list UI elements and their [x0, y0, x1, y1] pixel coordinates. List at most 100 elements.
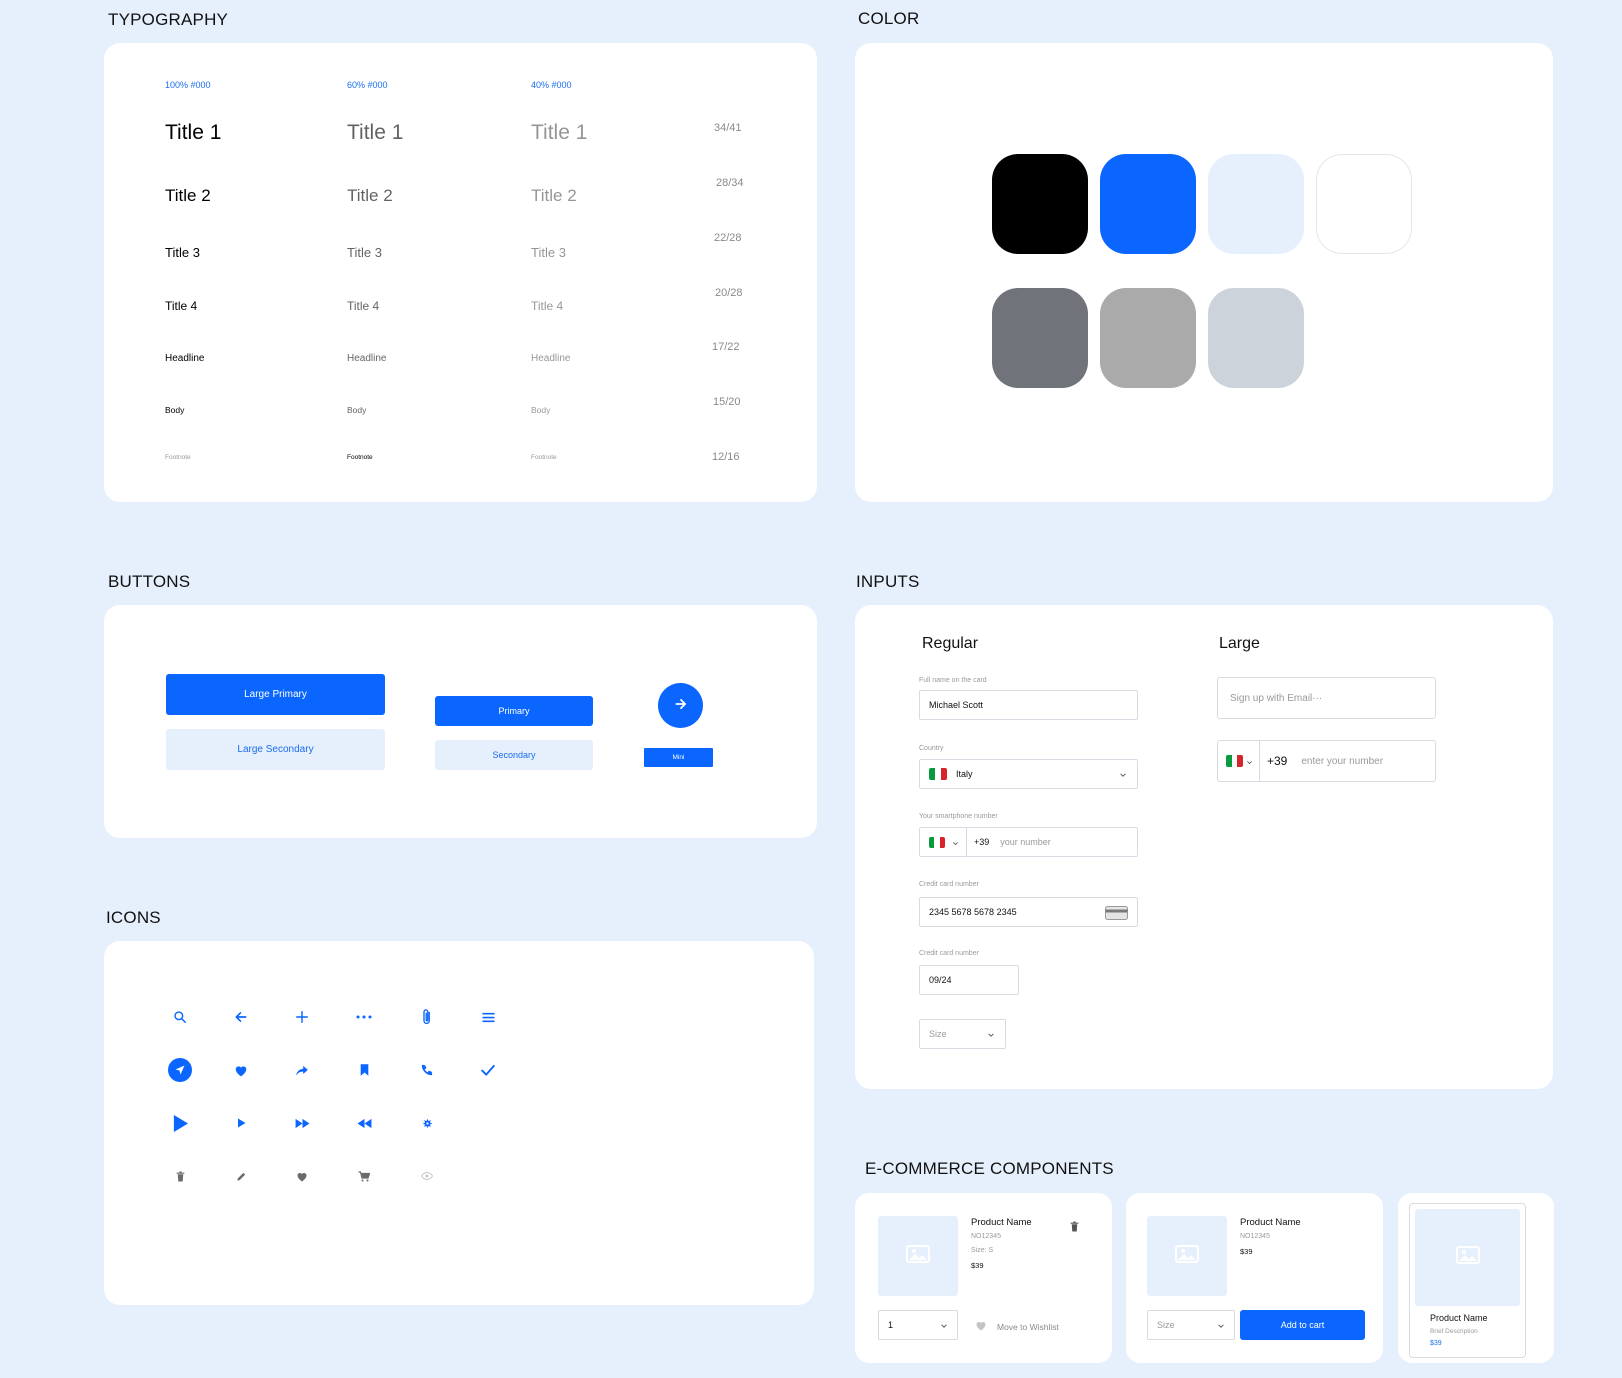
- card-number-field[interactable]: 2345 5678 5678 2345: [919, 897, 1138, 927]
- color-section-title: COLOR: [858, 9, 920, 28]
- product-name: Product Name: [1430, 1313, 1488, 1323]
- typo-body-60: Body: [347, 405, 367, 415]
- italy-flag-icon: [929, 768, 947, 780]
- icons-section-title: ICONS: [106, 908, 161, 927]
- trash-icon[interactable]: [169, 1165, 191, 1187]
- trash-icon[interactable]: [1067, 1219, 1081, 1233]
- eye-icon[interactable]: [416, 1165, 438, 1187]
- product-size: Size: S: [971, 1247, 994, 1254]
- full-name-field[interactable]: Michael Scott: [919, 690, 1138, 720]
- cart-icon[interactable]: [353, 1165, 375, 1187]
- large-phone-country-picker[interactable]: [1218, 741, 1260, 781]
- heart-outline-icon[interactable]: [291, 1165, 313, 1187]
- buttons-card: Large Primary Large Secondary Primary Se…: [104, 605, 817, 838]
- phone-field[interactable]: +39 your number: [919, 827, 1138, 857]
- more-icon[interactable]: [353, 1006, 375, 1028]
- large-email-field[interactable]: Sign up with Email···: [1217, 677, 1436, 719]
- color-card: [855, 43, 1553, 502]
- add-to-cart-button[interactable]: Add to cart: [1240, 1310, 1365, 1340]
- typo-body-meta: 15/20: [713, 396, 741, 408]
- play-icon[interactable]: [230, 1112, 252, 1134]
- check-icon[interactable]: [477, 1059, 499, 1081]
- full-name-value: Michael Scott: [929, 700, 984, 710]
- product-sku: NO12345: [971, 1233, 1001, 1240]
- typo-title1-100: Title 1: [165, 121, 222, 144]
- regular-inputs-title: Regular: [922, 635, 979, 652]
- gear-icon[interactable]: [416, 1112, 438, 1134]
- inputs-section-title: INPUTS: [856, 572, 920, 591]
- card-number-value: 2345 5678 5678 2345: [929, 907, 1017, 917]
- size-select[interactable]: Size: [919, 1019, 1006, 1049]
- send-icon[interactable]: [168, 1058, 192, 1082]
- expiry-value: 09/24: [929, 975, 952, 985]
- typo-header-60: 60% #000: [347, 80, 388, 90]
- phone-country-picker[interactable]: [920, 828, 967, 856]
- chevron-down-icon: [952, 839, 960, 847]
- full-name-label: Full name on the card: [919, 677, 987, 684]
- heart-icon[interactable]: [230, 1059, 252, 1081]
- size-select[interactable]: Size: [1147, 1310, 1235, 1340]
- move-to-wishlist-label: Move to Wishlist: [997, 1322, 1059, 1332]
- fast-forward-icon[interactable]: [291, 1112, 313, 1134]
- typo-footnote-40: Footnote: [531, 454, 557, 461]
- rewind-icon[interactable]: [353, 1112, 375, 1134]
- product-name: Product Name: [971, 1217, 1032, 1228]
- buttons-section-title: BUTTONS: [108, 572, 191, 591]
- image-icon: [1175, 1244, 1199, 1268]
- share-icon[interactable]: [291, 1059, 313, 1081]
- bookmark-icon[interactable]: [353, 1059, 375, 1081]
- typo-body-40: Body: [531, 405, 551, 415]
- quantity-select[interactable]: 1: [878, 1310, 958, 1340]
- typo-headline-100: Headline: [165, 353, 205, 364]
- typo-title1-40: Title 1: [531, 121, 588, 144]
- typo-title2-40: Title 2: [531, 186, 577, 205]
- primary-button[interactable]: Primary: [435, 696, 593, 726]
- typo-footnote-60: Footnote: [347, 454, 373, 461]
- ecommerce-section-title: E-COMMERCE COMPONENTS: [865, 1159, 1114, 1178]
- color-swatch: [992, 288, 1088, 388]
- expiry-field[interactable]: 09/24: [919, 965, 1019, 995]
- secondary-button[interactable]: Secondary: [435, 740, 593, 770]
- phone-code: +39: [974, 837, 990, 847]
- size-placeholder: Size: [1157, 1320, 1175, 1330]
- image-icon: [1455, 1246, 1480, 1269]
- large-primary-button[interactable]: Large Primary: [166, 674, 385, 715]
- typo-title4-60: Title 4: [347, 299, 380, 313]
- arrow-left-icon[interactable]: [230, 1006, 252, 1028]
- phone-label: Your smartphone number: [919, 813, 998, 820]
- product-price: $39: [1240, 1247, 1253, 1256]
- color-swatch: [1208, 288, 1304, 388]
- expiry-label: Credit card number: [919, 950, 979, 957]
- fab-arrow-button[interactable]: [658, 683, 703, 728]
- plus-icon[interactable]: [291, 1006, 313, 1028]
- search-icon[interactable]: [169, 1006, 191, 1028]
- product-tile[interactable]: Product Name Brief Description $39: [1409, 1203, 1526, 1358]
- product-image-placeholder: [878, 1216, 958, 1296]
- typo-headline-40: Headline: [531, 353, 571, 364]
- arrow-right-icon: [674, 697, 688, 714]
- large-phone-code: +39: [1267, 754, 1288, 768]
- color-swatch: [1100, 288, 1196, 388]
- product-image-placeholder: [1147, 1216, 1227, 1296]
- phone-icon[interactable]: [416, 1059, 438, 1081]
- color-swatch: [1100, 154, 1196, 254]
- play-large-icon[interactable]: [169, 1112, 191, 1134]
- quantity-value: 1: [888, 1320, 894, 1330]
- heart-icon: [975, 1318, 987, 1336]
- country-select[interactable]: Italy: [919, 759, 1138, 789]
- product-image-placeholder: [1415, 1209, 1520, 1306]
- icons-card: [104, 941, 814, 1305]
- pencil-icon[interactable]: [230, 1165, 252, 1187]
- menu-icon[interactable]: [477, 1006, 499, 1028]
- large-secondary-button[interactable]: Large Secondary: [166, 729, 385, 770]
- mini-button[interactable]: Mini: [644, 748, 713, 767]
- credit-card-icon: [1105, 906, 1128, 922]
- move-to-wishlist-button[interactable]: Move to Wishlist: [975, 1318, 1059, 1336]
- typo-body-100: Body: [165, 405, 185, 415]
- typo-title3-100: Title 3: [165, 245, 200, 260]
- chevron-down-icon: [987, 1031, 995, 1039]
- paperclip-icon[interactable]: [416, 1006, 438, 1028]
- chevron-down-icon: [940, 1322, 948, 1330]
- typography-section-title: TYPOGRAPHY: [108, 10, 229, 29]
- large-phone-field[interactable]: +39 enter your number: [1217, 740, 1436, 782]
